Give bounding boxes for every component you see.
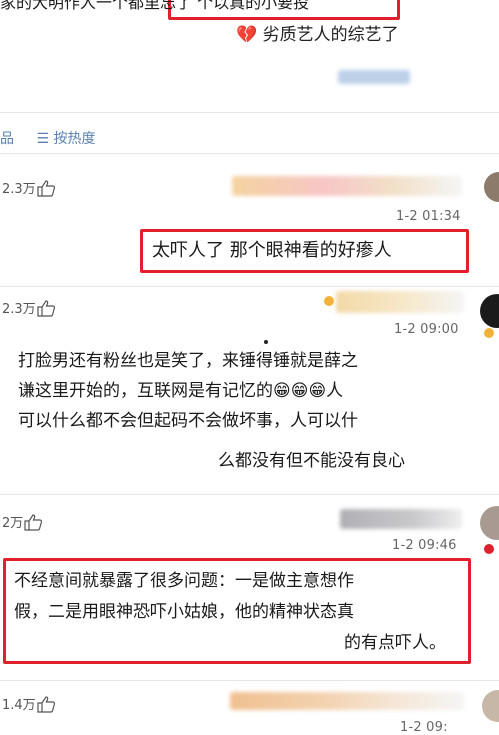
top-text-line-2: 劣质艺人的综艺了 <box>262 25 399 45</box>
sort-bar[interactable]: 品 ☰ 按热度 <box>0 128 95 148</box>
like-count[interactable]: 2.3万 <box>2 298 56 317</box>
separator <box>0 153 499 154</box>
like-count-value: 2.3万 <box>2 302 36 317</box>
thumbs-up-icon[interactable] <box>36 299 56 317</box>
comment-time: 1-2 09: <box>400 720 448 735</box>
sort-list-icon: ☰ <box>36 131 50 147</box>
dot <box>264 340 268 344</box>
comment-text-line: 太吓人了 那个眼神看的好瘆人 <box>152 240 392 261</box>
separator <box>0 680 499 681</box>
comment-time: 1-2 09:00 <box>394 322 459 337</box>
top-text-line-2-wrap: 💔 劣质艺人的综艺了 <box>236 22 399 48</box>
separator <box>0 494 499 495</box>
comment-time: 1-2 09:46 <box>392 538 457 553</box>
sort-prefix: 品 <box>0 131 14 147</box>
blurred-username <box>232 176 462 196</box>
avatar[interactable] <box>480 294 499 328</box>
like-count[interactable]: 2万 <box>2 512 43 531</box>
like-count[interactable]: 1.4万 <box>2 694 56 713</box>
like-count-value: 1.4万 <box>2 698 36 713</box>
comment-text-line: 谦这里开始的，互联网是有记忆的😁😁😁人 <box>18 381 344 401</box>
comment-text-line: 么都没有但不能没有良心 <box>218 451 405 471</box>
comment-time: 1-2 01:34 <box>396 209 461 224</box>
blurred-username <box>336 291 464 313</box>
separator <box>0 286 499 287</box>
broken-heart-icon: 💔 <box>236 25 258 45</box>
comment-text-line: 假，二是用眼神恐吓小姑娘，他的精神状态真 <box>14 602 354 622</box>
like-count-value: 2万 <box>2 516 24 531</box>
separator <box>0 112 499 113</box>
avatar[interactable] <box>484 172 499 202</box>
user-badge-icon <box>324 296 334 306</box>
comment-text-line: 可以什么都不会但起码不会做坏事，人可以什 <box>18 411 358 431</box>
like-count-value: 2.3万 <box>2 182 36 197</box>
avatar-badge-icon <box>484 544 494 554</box>
thumbs-up-icon[interactable] <box>36 695 56 713</box>
blurred-username <box>230 692 464 710</box>
thumbs-up-icon[interactable] <box>23 513 43 531</box>
avatar[interactable] <box>482 690 499 722</box>
comment-text-line: 打脸男还有粉丝也是笑了，来锤得锤就是薛之 <box>18 351 358 371</box>
sort-label[interactable]: 按热度 <box>53 131 95 147</box>
comment-text-line: 不经意间就暴露了很多问题：一是做主意想作 <box>14 571 354 591</box>
avatar-badge-icon <box>484 328 494 338</box>
comment-text-line: 的有点吓人。 <box>344 633 446 653</box>
top-text-line-1: 家的大明作人一个都里忘了 个以真的小要投 <box>0 0 310 12</box>
blurred-username <box>340 509 462 529</box>
avatar[interactable] <box>480 506 499 540</box>
thumbs-up-icon[interactable] <box>36 179 56 197</box>
like-count[interactable]: 2.3万 <box>2 178 56 197</box>
blurred-username-top <box>338 70 410 84</box>
